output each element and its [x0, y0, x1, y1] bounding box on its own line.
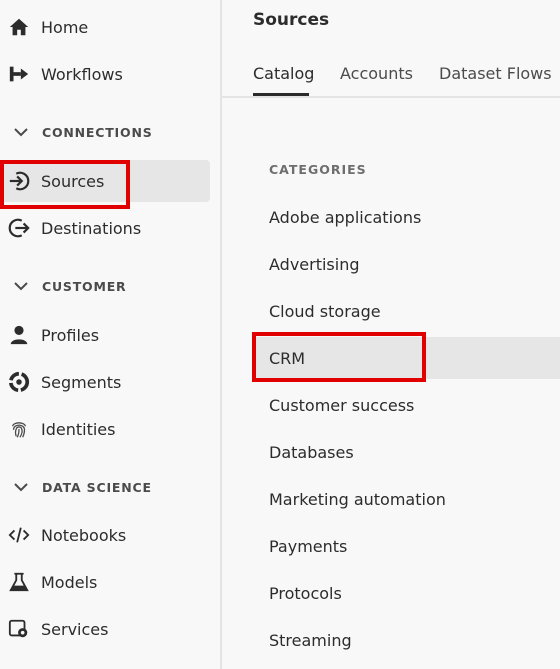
profiles-icon	[7, 323, 31, 347]
section-customer[interactable]: CUSTOMER	[0, 271, 210, 301]
chevron-down-icon	[14, 128, 28, 137]
code-icon	[7, 523, 31, 547]
sources-icon	[7, 169, 31, 193]
services-icon	[7, 617, 31, 641]
category-protocols[interactable]: Protocols	[253, 572, 560, 614]
section-label: DATA SCIENCE	[42, 479, 152, 495]
segments-icon	[7, 370, 31, 394]
category-payments[interactable]: Payments	[253, 525, 560, 567]
sidebar-item-identities[interactable]: Identities	[0, 408, 210, 450]
sidebar-item-label: Notebooks	[41, 525, 127, 545]
sidebar-item-label: Destinations	[41, 218, 142, 238]
sidebar-item-sources[interactable]: Sources	[0, 160, 210, 202]
chevron-down-icon	[14, 483, 28, 492]
sidebar-item-workflows[interactable]: Workflows	[0, 53, 210, 95]
category-advertising[interactable]: Advertising	[253, 243, 560, 285]
page-title: Sources	[253, 10, 330, 30]
sidebar-item-models[interactable]: Models	[0, 561, 210, 603]
fingerprint-icon	[7, 417, 31, 441]
main-panel: Sources Catalog Accounts Dataset Flows C…	[222, 0, 560, 669]
category-marketing-automation[interactable]: Marketing automation	[253, 478, 560, 520]
workflows-icon	[7, 62, 31, 86]
category-cloud-storage[interactable]: Cloud storage	[253, 290, 560, 332]
section-label: CUSTOMER	[42, 278, 127, 294]
chevron-down-icon	[14, 282, 28, 291]
sidebar-item-segments[interactable]: Segments	[0, 361, 210, 403]
sidebar-item-label: Services	[41, 619, 109, 639]
category-customer-success[interactable]: Customer success	[253, 384, 560, 426]
sidebar-item-label: Profiles	[41, 325, 100, 345]
tab-accounts[interactable]: Accounts	[340, 64, 413, 83]
sidebar-item-label: Workflows	[41, 64, 123, 84]
category-databases[interactable]: Databases	[253, 431, 560, 473]
sidebar-item-home[interactable]: Home	[0, 6, 210, 48]
section-data-science[interactable]: DATA SCIENCE	[0, 472, 210, 502]
category-streaming[interactable]: Streaming	[253, 619, 560, 661]
sidebar-item-label: Sources	[41, 171, 105, 191]
categories-heading: CATEGORIES	[269, 162, 367, 177]
section-connections[interactable]: CONNECTIONS	[0, 117, 210, 147]
category-adobe-applications[interactable]: Adobe applications	[253, 196, 560, 238]
sidebar-item-destinations[interactable]: Destinations	[0, 207, 210, 249]
sidebar-item-profiles[interactable]: Profiles	[0, 314, 210, 356]
tab-bar: Catalog Accounts Dataset Flows	[222, 50, 560, 98]
tab-dataset-flows[interactable]: Dataset Flows	[439, 64, 552, 83]
sidebar: Home Workflows CONNECTIONS Sources Desti…	[0, 0, 222, 669]
tab-catalog[interactable]: Catalog	[253, 64, 314, 83]
section-label: CONNECTIONS	[42, 124, 153, 140]
flask-icon	[7, 570, 31, 594]
sidebar-item-label: Segments	[41, 372, 122, 392]
sidebar-item-notebooks[interactable]: Notebooks	[0, 514, 210, 556]
sidebar-item-label: Models	[41, 572, 98, 592]
sidebar-item-label: Home	[41, 17, 89, 37]
sidebar-item-services[interactable]: Services	[0, 608, 210, 650]
sidebar-item-label: Identities	[41, 419, 116, 439]
destinations-icon	[7, 216, 31, 240]
home-icon	[7, 15, 31, 39]
category-crm[interactable]: CRM	[253, 337, 560, 379]
active-tab-indicator	[253, 93, 309, 96]
